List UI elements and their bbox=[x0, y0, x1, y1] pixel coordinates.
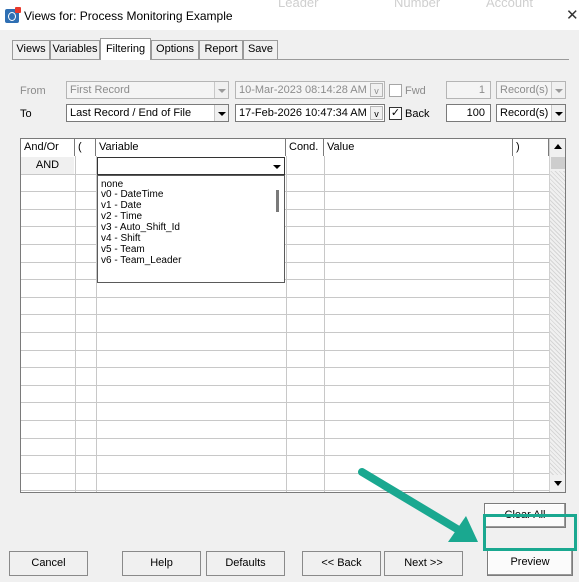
title-bar: Leader Number Account Views for: Process… bbox=[0, 0, 579, 30]
header-andor: And/Or bbox=[21, 139, 75, 156]
variable-option[interactable]: v1 - Date bbox=[101, 201, 142, 211]
fwd-checkbox[interactable] bbox=[389, 84, 402, 97]
variable-option[interactable]: v6 - Team_Leader bbox=[101, 256, 181, 266]
grid-row-line bbox=[21, 332, 549, 333]
background-text: Account bbox=[486, 0, 533, 10]
variable-dropdown-list[interactable]: none v0 - DateTime v1 - Date v2 - Time v… bbox=[97, 175, 285, 283]
variable-option[interactable]: v5 - Team bbox=[101, 245, 145, 255]
dropdown-scroll-thumb[interactable] bbox=[276, 190, 279, 212]
from-record-select[interactable]: First Record bbox=[66, 81, 229, 99]
grid-row-line bbox=[21, 296, 549, 298]
to-datetime-field[interactable]: 17-Feb-2026 10:47:34 AM v bbox=[235, 104, 385, 122]
from-unit-value: Record(s) bbox=[500, 84, 549, 96]
from-record-value: First Record bbox=[70, 84, 130, 96]
header-close-paren: ) bbox=[513, 139, 549, 156]
window-title: Views for: Process Monitoring Example bbox=[24, 9, 233, 23]
from-datetime-value: 10-Mar-2023 08:14:28 AM bbox=[239, 84, 367, 96]
scroll-track[interactable] bbox=[550, 171, 565, 475]
grid-row-line bbox=[21, 367, 549, 369]
back-checkbox[interactable]: ✓ bbox=[389, 107, 402, 120]
header-condition: Cond. bbox=[286, 139, 324, 156]
grid-header: And/Or ( Variable Cond. Value ) bbox=[21, 139, 565, 156]
grid-row-line bbox=[21, 314, 549, 316]
variable-select[interactable] bbox=[97, 157, 285, 175]
to-label: To bbox=[20, 108, 32, 120]
grid-row-line bbox=[21, 420, 549, 421]
cancel-button[interactable]: Cancel bbox=[9, 551, 88, 576]
help-button[interactable]: Help bbox=[122, 551, 201, 576]
from-label: From bbox=[20, 85, 46, 97]
next-button[interactable]: Next >> bbox=[384, 551, 463, 576]
to-record-value: Last Record / End of File bbox=[70, 107, 192, 119]
tab-report[interactable]: Report bbox=[199, 40, 243, 59]
grid-column-line bbox=[286, 156, 287, 492]
tab-views[interactable]: Views bbox=[12, 40, 50, 59]
chevron-down-icon[interactable] bbox=[214, 82, 228, 98]
annotation-arrow-icon bbox=[358, 468, 478, 542]
grid-scrollbar[interactable] bbox=[549, 139, 565, 492]
chevron-down-icon[interactable] bbox=[270, 158, 284, 174]
tab-save[interactable]: Save bbox=[243, 40, 278, 59]
chevron-down-icon[interactable] bbox=[551, 82, 565, 98]
back-label: Back bbox=[405, 108, 430, 120]
filter-grid[interactable]: And/Or ( Variable Cond. Value ) AND none… bbox=[20, 138, 566, 493]
variable-option[interactable]: v4 - Shift bbox=[101, 234, 140, 244]
grid-row-line bbox=[21, 402, 549, 404]
scroll-up-icon[interactable] bbox=[550, 139, 565, 155]
grid-row-line bbox=[21, 349, 549, 351]
header-variable: Variable bbox=[96, 139, 286, 156]
grid-column-line bbox=[75, 156, 76, 492]
variable-option[interactable]: v3 - Auto_Shift_Id bbox=[101, 223, 180, 233]
close-icon[interactable]: ✕ bbox=[566, 6, 579, 24]
from-unit-select[interactable]: Record(s) bbox=[496, 81, 566, 99]
grid-row-line bbox=[21, 437, 549, 439]
app-icon bbox=[5, 7, 21, 23]
to-unit-select[interactable]: Record(s) bbox=[496, 104, 566, 122]
grid-column-line bbox=[324, 156, 325, 492]
header-value: Value bbox=[324, 139, 513, 156]
views-dialog: Views Variables Filtering Options Report… bbox=[0, 30, 579, 582]
grid-row-line bbox=[21, 455, 549, 457]
scroll-thumb[interactable] bbox=[551, 157, 565, 169]
grid-row-line bbox=[21, 384, 549, 386]
preview-highlight-box bbox=[483, 514, 577, 551]
background-text: Leader bbox=[278, 0, 319, 10]
variable-option[interactable]: v2 - Time bbox=[101, 212, 142, 222]
chevron-down-icon[interactable] bbox=[214, 105, 228, 121]
andor-cell[interactable]: AND bbox=[21, 157, 74, 174]
tab-divider bbox=[12, 59, 569, 60]
to-datetime-dropdown[interactable]: v bbox=[370, 106, 383, 120]
grid-column-line bbox=[513, 156, 514, 492]
to-datetime-value: 17-Feb-2026 10:47:34 AM bbox=[239, 107, 367, 119]
from-count-input[interactable]: 1 bbox=[446, 81, 491, 99]
preview-button[interactable]: Preview bbox=[487, 549, 573, 576]
header-open-paren: ( bbox=[75, 139, 96, 156]
variable-option[interactable]: v0 - DateTime bbox=[101, 190, 163, 200]
fwd-label: Fwd bbox=[405, 85, 426, 97]
to-count-input[interactable]: 100 bbox=[446, 104, 491, 122]
scroll-down-icon[interactable] bbox=[550, 475, 565, 491]
back-button[interactable]: << Back bbox=[302, 551, 381, 576]
from-datetime-dropdown[interactable]: v bbox=[370, 83, 383, 97]
to-unit-value: Record(s) bbox=[500, 107, 549, 119]
to-record-select[interactable]: Last Record / End of File bbox=[66, 104, 229, 122]
defaults-button[interactable]: Defaults bbox=[206, 551, 285, 576]
from-datetime-field[interactable]: 10-Mar-2023 08:14:28 AM v bbox=[235, 81, 385, 99]
tab-options[interactable]: Options bbox=[151, 40, 199, 59]
tab-filtering[interactable]: Filtering bbox=[100, 38, 151, 60]
chevron-down-icon[interactable] bbox=[551, 105, 565, 121]
tab-variables[interactable]: Variables bbox=[50, 40, 100, 59]
background-text: Number bbox=[394, 0, 441, 10]
